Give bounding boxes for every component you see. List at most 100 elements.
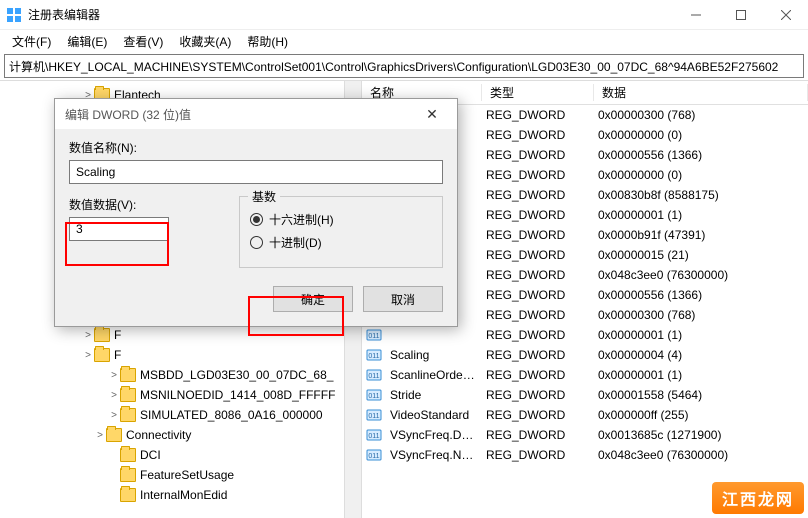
cell-type: REG_DWORD [482, 168, 594, 182]
tree-item[interactable]: >MSNILNOEDID_1414_008D_FFFFF [0, 385, 361, 405]
cell-type: REG_DWORD [482, 348, 594, 362]
list-row[interactable]: 011VSyncFreq.Den...REG_DWORD0x0013685c (… [362, 425, 808, 445]
app-icon [6, 7, 22, 23]
radio-dec[interactable]: 十进制(D) [250, 234, 432, 251]
dword-value-icon: 011 [366, 367, 382, 383]
tree-twisty-icon[interactable]: > [108, 370, 120, 381]
tree-twisty-icon[interactable]: > [82, 330, 94, 341]
tree-label: DCI [140, 448, 161, 462]
list-row[interactable]: 011 ScalingREG_DWORD0x00000004 (4) [362, 345, 808, 365]
list-row[interactable]: 011VideoStandardREG_DWORD0x000000ff (255… [362, 405, 808, 425]
tree-item[interactable]: >SIMULATED_8086_0A16_000000 [0, 405, 361, 425]
cell-type: REG_DWORD [482, 428, 594, 442]
cell-data: 0x00000556 (1366) [594, 288, 808, 302]
svg-text:011: 011 [368, 393, 379, 400]
cell-name: ScanlineOrderi... [386, 368, 482, 382]
cell-name: Stride [386, 388, 482, 402]
close-button[interactable] [763, 0, 808, 30]
radio-hex[interactable]: 十六进制(H) [250, 211, 432, 228]
dialog-title: 编辑 DWORD (32 位)值 [65, 106, 417, 123]
tree-label: F [114, 328, 121, 342]
tree-item[interactable]: >F [0, 325, 361, 345]
tree-item[interactable]: >F [0, 345, 361, 365]
window-controls [673, 0, 808, 30]
menubar: 文件(F) 编辑(E) 查看(V) 收藏夹(A) 帮助(H) [0, 30, 808, 52]
dword-value-icon: 011 [366, 327, 382, 343]
tree-item[interactable]: > MSBDD_LGD03E30_00_07DC_68_ [0, 365, 361, 385]
dword-value-icon: 011 [366, 447, 382, 463]
svg-text:011: 011 [368, 373, 379, 380]
cell-data: 0x048c3ee0 (76300000) [594, 268, 808, 282]
folder-icon [94, 328, 110, 342]
cell-type: REG_DWORD [482, 208, 594, 222]
cell-type: REG_DWORD [482, 328, 594, 342]
edit-dword-dialog: 编辑 DWORD (32 位)值 ✕ 数值名称(N): 数值数据(V): 基数 … [54, 98, 458, 327]
value-data-input[interactable] [69, 217, 169, 241]
value-name-input[interactable] [69, 160, 443, 184]
menu-view[interactable]: 查看(V) [115, 31, 171, 52]
folder-icon [120, 368, 136, 382]
cancel-button[interactable]: 取消 [363, 286, 443, 312]
svg-text:011: 011 [368, 433, 379, 440]
cell-type: REG_DWORD [482, 288, 594, 302]
list-row[interactable]: 011 ScanlineOrderi...REG_DWORD0x00000001 … [362, 365, 808, 385]
tree-twisty-icon[interactable]: > [108, 390, 120, 401]
cell-type: REG_DWORD [482, 408, 594, 422]
svg-text:011: 011 [368, 333, 379, 340]
tree-label: F [114, 348, 121, 362]
menu-file[interactable]: 文件(F) [4, 31, 59, 52]
tree-label: Connectivity [126, 428, 191, 442]
tree-item[interactable]: DCI [0, 445, 361, 465]
dword-value-icon: 011 [366, 347, 382, 363]
cell-type: REG_DWORD [482, 188, 594, 202]
cell-type: REG_DWORD [482, 448, 594, 462]
tree-twisty-icon[interactable]: > [82, 350, 94, 361]
ok-button[interactable]: 确定 [273, 286, 353, 312]
radio-hex-icon [250, 213, 263, 226]
cell-name: VSyncFreq.Nu... [386, 448, 482, 462]
tree-item[interactable]: FeatureSetUsage [0, 465, 361, 485]
dialog-body: 数值名称(N): 数值数据(V): 基数 十六进制(H) 十进制(D) 确定 [55, 129, 457, 326]
cell-data: 0x00000556 (1366) [594, 148, 808, 162]
address-bar[interactable]: 计算机\HKEY_LOCAL_MACHINE\SYSTEM\ControlSet… [4, 54, 804, 78]
folder-icon [120, 468, 136, 482]
cell-type: REG_DWORD [482, 128, 594, 142]
tree-label: MSBDD_LGD03E30_00_07DC_68_ [140, 368, 333, 382]
tree-item[interactable]: > Connectivity [0, 425, 361, 445]
column-type[interactable]: 类型 [482, 84, 594, 101]
tree-twisty-icon[interactable]: > [94, 430, 106, 441]
folder-icon [120, 388, 136, 402]
dword-value-icon: 011 [366, 387, 382, 403]
cell-data: 0x00830b8f (8588175) [594, 188, 808, 202]
dialog-close-button[interactable]: ✕ [417, 106, 447, 123]
value-data-label: 数值数据(V): [69, 196, 239, 213]
svg-text:011: 011 [368, 413, 379, 420]
svg-text:011: 011 [368, 453, 379, 460]
tree-item[interactable]: InternalMonEdid [0, 485, 361, 505]
list-row[interactable]: 011StrideREG_DWORD0x00001558 (5464) [362, 385, 808, 405]
radio-dec-label: 十进制(D) [269, 234, 322, 251]
cell-data: 0x00000001 (1) [594, 208, 808, 222]
menu-edit[interactable]: 编辑(E) [59, 31, 115, 52]
dialog-titlebar[interactable]: 编辑 DWORD (32 位)值 ✕ [55, 99, 457, 129]
list-row[interactable]: 011REG_DWORD0x00000001 (1) [362, 325, 808, 345]
cell-data: 0x00000001 (1) [594, 368, 808, 382]
cell-name: Scaling [386, 348, 482, 362]
menu-favorites[interactable]: 收藏夹(A) [171, 31, 239, 52]
cell-type: REG_DWORD [482, 388, 594, 402]
radio-dec-icon [250, 236, 263, 249]
column-data[interactable]: 数据 [594, 84, 808, 101]
list-row[interactable]: 011VSyncFreq.Nu...REG_DWORD0x048c3ee0 (7… [362, 445, 808, 465]
cell-data: 0x00000004 (4) [594, 348, 808, 362]
minimize-button[interactable] [673, 0, 718, 30]
cell-data: 0x00000000 (0) [594, 168, 808, 182]
dword-value-icon: 011 [366, 407, 382, 423]
maximize-button[interactable] [718, 0, 763, 30]
cell-type: REG_DWORD [482, 308, 594, 322]
cell-type: REG_DWORD [482, 368, 594, 382]
tree-label: FeatureSetUsage [140, 468, 234, 482]
tree-twisty-icon[interactable]: > [108, 410, 120, 421]
cell-data: 0x0013685c (1271900) [594, 428, 808, 442]
dword-value-icon: 011 [366, 427, 382, 443]
menu-help[interactable]: 帮助(H) [239, 31, 296, 52]
